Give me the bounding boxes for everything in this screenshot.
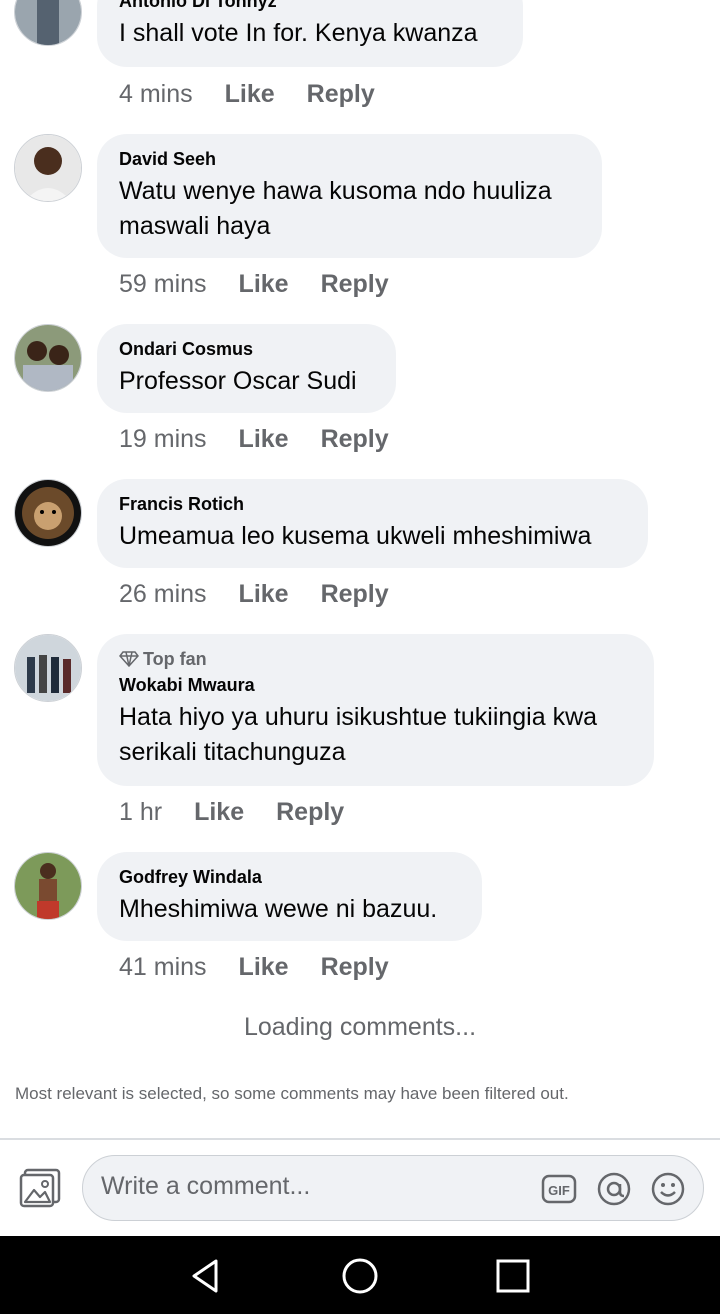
- divider: [0, 1138, 720, 1140]
- top-fan-badge: Top fan: [119, 648, 632, 670]
- badge-label: Top fan: [143, 649, 207, 669]
- comment-bubble[interactable]: Antonio Di Tonnyz I shall vote In for. K…: [97, 0, 523, 67]
- like-button[interactable]: Like: [239, 580, 289, 609]
- avatar[interactable]: [14, 324, 82, 392]
- comment-bubble[interactable]: Top fan Wokabi Mwaura Hata hiyo ya uhuru…: [97, 634, 654, 786]
- comment-text: Watu wenye hawa kusoma ndo huuliza maswa…: [119, 177, 552, 240]
- comment-actions: 26 mins Like Reply: [119, 580, 389, 609]
- comment-text: Mheshimiwa wewe ni bazuu.: [119, 895, 438, 923]
- comment-input[interactable]: Write a comment... GIF: [82, 1155, 704, 1221]
- recents-icon[interactable]: [493, 1256, 533, 1296]
- emoji-icon[interactable]: [650, 1171, 686, 1207]
- comment-author[interactable]: Antonio Di Tonnyz: [119, 0, 501, 12]
- android-navigation-bar: [0, 1236, 720, 1314]
- avatar[interactable]: [14, 634, 82, 702]
- avatar[interactable]: [14, 134, 82, 202]
- comment-text: Umeamua leo kusema ukweli mheshimiwa: [119, 522, 592, 550]
- filter-note: Most relevant is selected, so some comme…: [15, 1084, 569, 1103]
- like-button[interactable]: Like: [194, 798, 244, 827]
- comment-author[interactable]: Wokabi Mwaura: [119, 674, 632, 696]
- avatar[interactable]: [14, 479, 82, 547]
- comment-time[interactable]: 1 hr: [119, 798, 162, 827]
- like-button[interactable]: Like: [239, 953, 289, 982]
- gif-icon[interactable]: GIF: [541, 1171, 577, 1207]
- reply-button[interactable]: Reply: [307, 80, 375, 109]
- comment-time[interactable]: 26 mins: [119, 580, 207, 609]
- reply-button[interactable]: Reply: [321, 425, 389, 454]
- comment-actions: 19 mins Like Reply: [119, 425, 389, 454]
- comment-author[interactable]: Godfrey Windala: [119, 866, 460, 888]
- reply-button[interactable]: Reply: [276, 798, 344, 827]
- comment-time[interactable]: 4 mins: [119, 80, 193, 109]
- comment-bubble[interactable]: Francis Rotich Umeamua leo kusema ukweli…: [97, 479, 648, 568]
- reply-button[interactable]: Reply: [321, 270, 389, 299]
- reply-button[interactable]: Reply: [321, 580, 389, 609]
- reply-button[interactable]: Reply: [321, 953, 389, 982]
- comment-author[interactable]: Ondari Cosmus: [119, 338, 374, 360]
- comment-actions: 4 mins Like Reply: [119, 80, 375, 109]
- comment-input-placeholder[interactable]: Write a comment...: [101, 1172, 310, 1201]
- avatar[interactable]: [14, 0, 82, 46]
- comment-actions: 59 mins Like Reply: [119, 270, 389, 299]
- comment-actions: 41 mins Like Reply: [119, 953, 389, 982]
- comment-time[interactable]: 41 mins: [119, 953, 207, 982]
- comment-author[interactable]: David Seeh: [119, 148, 580, 170]
- comment-bubble[interactable]: Ondari Cosmus Professor Oscar Sudi: [97, 324, 396, 413]
- home-icon[interactable]: [340, 1256, 380, 1296]
- comment-text: I shall vote In for. Kenya kwanza: [119, 19, 478, 47]
- photo-icon[interactable]: [19, 1168, 61, 1208]
- back-icon[interactable]: [186, 1256, 226, 1296]
- mention-icon[interactable]: [596, 1171, 632, 1207]
- svg-text:GIF: GIF: [548, 1183, 570, 1198]
- comment-text: Professor Oscar Sudi: [119, 367, 357, 395]
- like-button[interactable]: Like: [225, 80, 275, 109]
- comment-time[interactable]: 19 mins: [119, 425, 207, 454]
- diamond-icon: [119, 651, 139, 667]
- comment-text: Hata hiyo ya uhuru isikushtue tukiingia …: [119, 703, 598, 766]
- comment-bubble[interactable]: David Seeh Watu wenye hawa kusoma ndo hu…: [97, 134, 602, 258]
- loading-comments-button[interactable]: Loading comments...: [0, 1013, 720, 1042]
- comment-time[interactable]: 59 mins: [119, 270, 207, 299]
- like-button[interactable]: Like: [239, 425, 289, 454]
- like-button[interactable]: Like: [239, 270, 289, 299]
- avatar[interactable]: [14, 852, 82, 920]
- comment-actions: 1 hr Like Reply: [119, 798, 344, 827]
- comment-bubble[interactable]: Godfrey Windala Mheshimiwa wewe ni bazuu…: [97, 852, 482, 941]
- comment-author[interactable]: Francis Rotich: [119, 493, 626, 515]
